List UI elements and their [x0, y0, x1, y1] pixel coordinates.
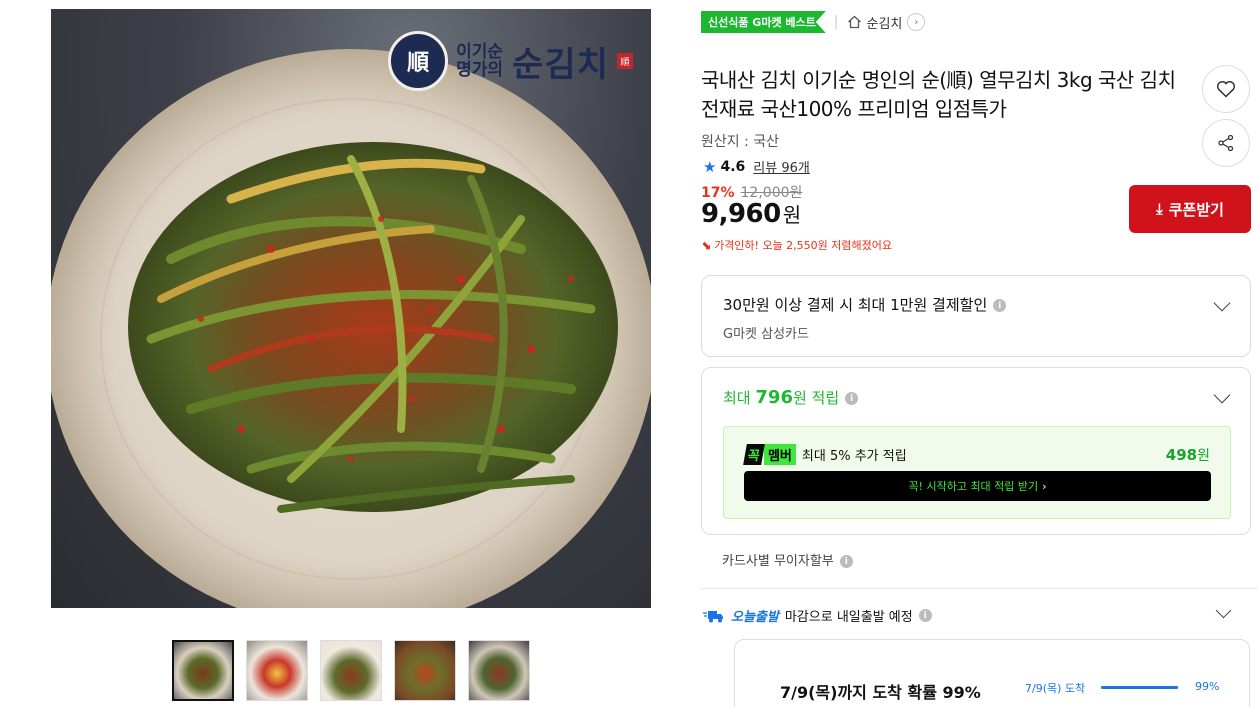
info-icon[interactable]: i — [845, 392, 859, 405]
rating-row: ★ 4.6 리뷰 96개 — [703, 157, 810, 177]
points-amount: 796 — [755, 387, 793, 408]
current-price: 9,960 원 — [701, 199, 801, 229]
delivery-tag: 오늘출발 — [731, 610, 779, 625]
product-main-image: 順 이기순 명가의 순김치 順 — [51, 9, 651, 608]
current-price-currency: 원 — [782, 203, 801, 227]
arrival-estimate-box: 7/9(목)까지 도착 확률 99% 7/9(목) 도착 99% — [734, 639, 1250, 707]
breadcrumb[interactable]: 순김치 › — [847, 13, 926, 32]
installment-info[interactable]: 카드사별 무이자할부 i — [722, 550, 853, 569]
thumbnail-5[interactable] — [468, 640, 530, 701]
arrival-main: 7/9(목)까지 도착 확률 99% — [780, 683, 981, 702]
download-icon: ⤓ — [1156, 200, 1163, 218]
current-price-value: 9,960 — [701, 199, 781, 229]
thumbnail-list — [172, 640, 530, 701]
member-amount: 498원 — [1166, 445, 1210, 465]
share-icon — [1218, 134, 1234, 152]
delivery-row[interactable]: 오늘출발 마감으로 내일출발 예정 i — [703, 606, 932, 625]
arrival-probability-fill — [1101, 686, 1179, 689]
member-brand-1: 꼭 — [743, 444, 765, 465]
payment-benefit-card[interactable]: 30만원 이상 결제 시 최대 1만원 결제할인 i G마켓 삼성카드 — [701, 275, 1251, 357]
member-amount-value: 498 — [1165, 446, 1198, 464]
brand-name: 순김치 — [512, 44, 609, 85]
member-cta-button[interactable]: 꼭! 시작하고 최대 적립 받기 › — [744, 471, 1211, 501]
chevron-down-icon[interactable] — [1213, 386, 1231, 404]
chevron-right-icon[interactable]: › — [907, 13, 926, 31]
payment-benefit-title: 30만원 이상 결제 시 최대 1만원 결제할인 i — [723, 294, 1007, 315]
rating-value: 4.6 — [720, 158, 746, 175]
member-brand-2: 멤버 — [763, 444, 796, 465]
price-down-icon: ⬊ — [701, 238, 712, 252]
points-suffix: 원 적립 — [792, 389, 840, 407]
share-button[interactable] — [1202, 119, 1250, 167]
wish-button[interactable] — [1202, 65, 1250, 113]
heart-icon — [1216, 81, 1236, 98]
points-prefix: 최대 — [723, 389, 751, 407]
coupon-button[interactable]: ⤓ 쿠폰받기 — [1129, 185, 1251, 233]
points-card: 최대 796원 적립 i 꼭 멤버 최대 5% 추가 적립 498원 꼭! 시작하… — [701, 367, 1251, 535]
arrival-percent: 99% — [1195, 680, 1220, 693]
brand-seal: 順 — [388, 31, 449, 91]
info-icon[interactable]: i — [918, 609, 932, 622]
member-logo: 꼭 멤버 최대 5% 추가 적립 — [743, 444, 907, 465]
star-icon: ★ — [703, 157, 717, 176]
product-title: 국내산 김치 이기순 명인의 순(順) 열무김치 3kg 국산 김치 전재료 국… — [701, 68, 1176, 121]
arrival-probability-bar — [1101, 686, 1179, 689]
best-badge[interactable]: 신선식품 G마켓 베스트 — [701, 11, 826, 33]
price-drop-text: 가격인하! 오늘 2,550원 저렴해졌어요 — [714, 239, 893, 252]
coupon-label: 쿠폰받기 — [1168, 200, 1224, 219]
points-title: 최대 796원 적립 i — [723, 387, 859, 408]
brand-logo: 順 이기순 명가의 순김치 順 — [388, 31, 633, 91]
thumbnail-3[interactable] — [320, 640, 382, 701]
payment-benefit-card-name: G마켓 삼성카드 — [723, 327, 809, 342]
brand-subtitle: 이기순 명가의 — [456, 42, 504, 80]
member-desc: 최대 5% 추가 적립 — [801, 449, 907, 464]
chevron-down-icon[interactable] — [1213, 294, 1231, 312]
kimchi-plate-illustration — [51, 49, 651, 608]
member-benefit-box: 꼭 멤버 최대 5% 추가 적립 498원 꼭! 시작하고 최대 적립 받기 › — [723, 426, 1231, 519]
breadcrumb-category[interactable]: 순김치 — [867, 13, 903, 32]
member-amount-unit: 원 — [1197, 448, 1210, 464]
thumbnail-1[interactable] — [172, 640, 234, 701]
thumbnail-4[interactable] — [394, 640, 456, 701]
brand-stamp: 順 — [617, 53, 633, 69]
chevron-down-icon[interactable] — [1215, 602, 1232, 619]
delivery-text: 마감으로 내일출발 예정 — [784, 610, 913, 625]
chevron-right-icon: › — [1042, 479, 1047, 493]
badge-row: 신선식품 G마켓 베스트 | 순김치 › — [701, 11, 926, 33]
home-icon — [847, 15, 861, 29]
thumbnail-2[interactable] — [246, 640, 308, 701]
info-icon[interactable]: i — [993, 299, 1007, 312]
price-drop-notice: ⬊ 가격인하! 오늘 2,550원 저렴해졌어요 — [701, 237, 892, 253]
info-icon[interactable]: i — [839, 555, 853, 568]
breadcrumb-divider: | — [833, 14, 839, 30]
payment-benefit-text: 30만원 이상 결제 시 최대 1만원 결제할인 — [723, 296, 988, 314]
member-cta-label: 꼭! 시작하고 최대 적립 받기 — [908, 480, 1039, 493]
origin-label: 원산지 : 국산 — [701, 134, 780, 150]
arrival-label: 7/9(목) 도착 — [1025, 682, 1086, 695]
review-link[interactable]: 리뷰 96개 — [753, 157, 810, 176]
installment-label: 카드사별 무이자할부 — [722, 554, 834, 569]
truck-icon — [703, 610, 723, 622]
section-divider — [701, 588, 1257, 589]
